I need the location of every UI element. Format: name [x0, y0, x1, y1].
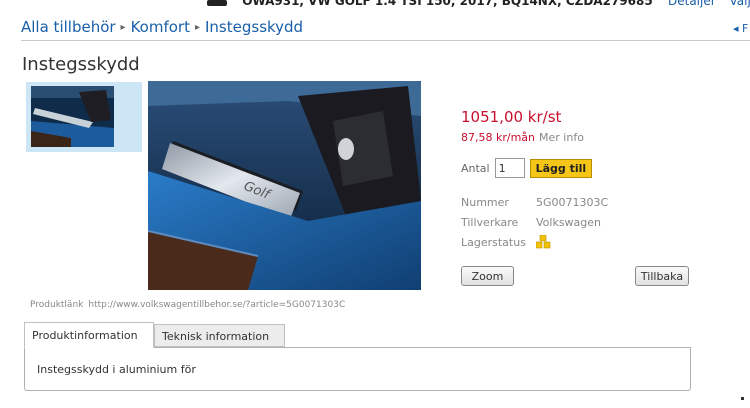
- more-info-link[interactable]: Mer info: [539, 131, 584, 144]
- spec-number: Nummer 5G0071303C: [461, 196, 608, 209]
- car-icon: [207, 0, 227, 6]
- next-link-label[interactable]: F: [742, 22, 748, 35]
- tab-panel: Instegsskydd i aluminium för: [24, 347, 691, 391]
- divider: [21, 40, 750, 41]
- door-sill-thumbnail-icon: [31, 86, 114, 147]
- vehicle-bar: OWA931, VW GOLF 1.4 TSI 150, 2017, BQ14N…: [206, 0, 750, 8]
- chevron-left-icon: ◂: [733, 22, 743, 35]
- breadcrumb-current[interactable]: Instegsskydd: [205, 18, 303, 36]
- quantity-label: Antal: [461, 161, 490, 175]
- breadcrumb-separator-icon: ▸: [194, 22, 200, 33]
- vehicle-choose-link[interactable]: Välj Anna: [730, 0, 750, 8]
- breadcrumb-comfort[interactable]: Komfort: [131, 18, 190, 36]
- vehicle-details-link[interactable]: Detaljer: [668, 0, 716, 8]
- spec-stock-label: Lagerstatus: [461, 236, 526, 249]
- spec-number-value: 5G0071303C: [536, 196, 609, 209]
- spec-stock: Lagerstatus: [461, 235, 551, 249]
- monthly-price-row: 87,58 kr/mån Mer info: [461, 131, 584, 144]
- door-sill-photo-icon: Golf: [148, 81, 421, 290]
- breadcrumb-separator-icon: ▸: [120, 22, 126, 33]
- product-description: Instegsskydd i aluminium för: [37, 363, 196, 376]
- breadcrumb-all-accessories[interactable]: Alla tillbehör: [21, 18, 116, 36]
- thumbnail-image[interactable]: [26, 82, 142, 152]
- product-image[interactable]: Golf: [148, 81, 421, 290]
- tab-product-information[interactable]: Produktinformation: [24, 322, 154, 348]
- add-to-cart-button[interactable]: Lägg till: [529, 158, 593, 178]
- dot-marker: [741, 397, 744, 400]
- monthly-price: 87,58 kr/mån: [461, 131, 536, 144]
- back-button[interactable]: Tillbaka: [635, 266, 689, 286]
- next-link[interactable]: ◂ F: [733, 22, 748, 35]
- vehicle-info: OWA931, VW GOLF 1.4 TSI 150, 2017, BQ14N…: [242, 0, 653, 8]
- spec-manufacturer-label: Tillverkare: [461, 216, 519, 229]
- product-link-row: Produktlänk http://www.volkswagentillbeho…: [30, 300, 345, 310]
- spec-number-label: Nummer: [461, 196, 509, 209]
- spec-manufacturer: Tillverkare Volkswagen: [461, 216, 601, 229]
- quantity-input[interactable]: [494, 158, 525, 178]
- product-price: 1051,00 kr/st: [461, 108, 562, 126]
- stock-status-icon: [536, 235, 551, 249]
- spec-manufacturer-value: Volkswagen: [536, 216, 602, 229]
- product-link-label: Produktlänk: [30, 300, 84, 310]
- page-title: Instegsskydd: [22, 54, 140, 75]
- breadcrumb: Alla tillbehör ▸ Komfort ▸ Instegsskydd: [21, 18, 303, 36]
- quantity-row: Antal Lägg till: [461, 158, 593, 178]
- product-link-url[interactable]: http://www.volkswagentillbehor.se/?artic…: [88, 300, 345, 310]
- tab-technical-information[interactable]: Teknisk information: [154, 324, 285, 347]
- zoom-button[interactable]: Zoom: [461, 266, 514, 286]
